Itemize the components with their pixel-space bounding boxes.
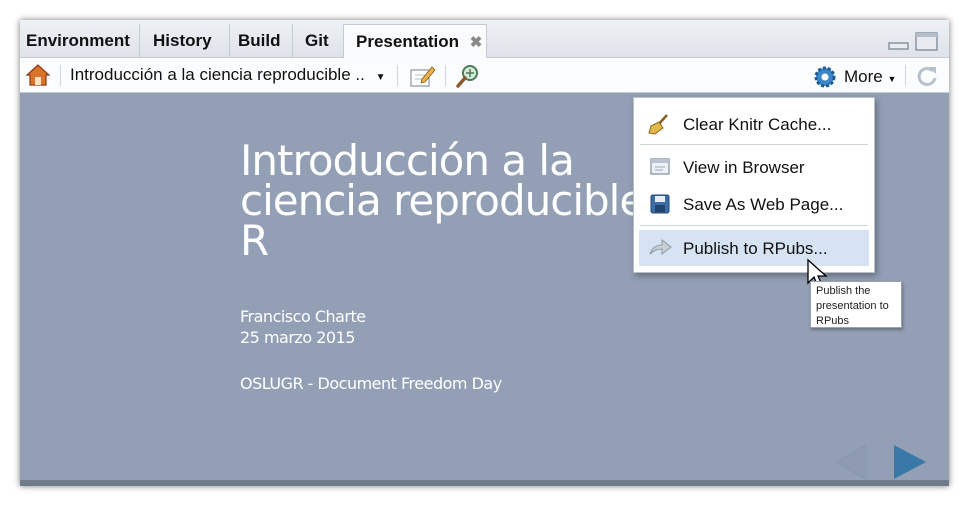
tab-build[interactable]: Build	[230, 24, 293, 57]
minimize-pane-icon[interactable]	[888, 32, 910, 52]
menu-item-label: Save As Web Page...	[683, 195, 844, 214]
more-menu-button[interactable]: More ▼	[844, 67, 896, 87]
menu-item-save-as-web-page[interactable]: Save As Web Page...	[639, 186, 869, 222]
maximize-pane-icon[interactable]	[915, 32, 939, 52]
tab-environment[interactable]: Environment	[20, 24, 140, 57]
tooltip-line: RPubs	[816, 315, 850, 327]
menu-item-label: Publish to RPubs...	[683, 239, 828, 258]
menu-item-publish-to-rpubs[interactable]: Publish to RPubs...	[639, 230, 869, 266]
more-label: More	[844, 67, 883, 86]
refresh-icon[interactable]	[914, 63, 940, 89]
slide-date: 25 marzo 2015	[240, 328, 355, 347]
save-icon	[650, 194, 670, 214]
pane-tabbar: Environment History Build Git Presentati…	[20, 20, 949, 58]
presentation-toolbar: Introducción a la ciencia reproducible .…	[20, 58, 949, 93]
tab-history[interactable]: History	[140, 24, 230, 57]
tab-label: Git	[305, 31, 329, 50]
home-icon[interactable]	[25, 63, 51, 87]
broom-icon	[648, 114, 668, 135]
tab-label: History	[153, 31, 212, 50]
tab-presentation[interactable]: Presentation ✖	[343, 24, 487, 58]
gear-icon[interactable]	[812, 64, 838, 90]
next-slide-icon[interactable]	[892, 443, 928, 480]
menu-item-label: Clear Knitr Cache...	[683, 115, 832, 134]
zoom-icon[interactable]	[455, 63, 481, 89]
caret-down-icon: ▼	[887, 74, 897, 84]
slide-title-line: Introducción a la	[240, 136, 575, 185]
browser-icon	[650, 158, 670, 175]
publish-icon	[649, 238, 672, 256]
slide-event: OSLUGR - Document Freedom Day	[240, 374, 502, 393]
close-tab-icon[interactable]: ✖	[470, 34, 483, 51]
menu-item-clear-knitr-cache[interactable]: Clear Knitr Cache...	[639, 106, 869, 142]
presentation-title-label: Introducción a la ciencia reproducible .…	[70, 65, 365, 84]
slide-author: Francisco Charte	[240, 307, 366, 326]
menu-item-label: View in Browser	[683, 158, 805, 177]
slide-title-line: R	[240, 216, 269, 265]
tooltip-line: Publish the	[816, 285, 871, 297]
tab-label: Presentation	[356, 32, 459, 51]
more-dropdown-menu: Clear Knitr Cache... View in Browser Sav…	[633, 97, 875, 273]
chevron-down-icon: ▼	[375, 72, 386, 83]
edit-source-icon[interactable]	[408, 64, 436, 88]
menu-item-view-in-browser[interactable]: View in Browser	[639, 149, 869, 185]
tab-git[interactable]: Git	[293, 24, 344, 57]
previous-slide-icon[interactable]	[834, 443, 868, 480]
slide-title-line: ciencia reproducible	[240, 176, 645, 225]
tooltip-line: presentation to	[816, 300, 889, 312]
slide-footer-bar	[20, 480, 949, 486]
publish-tooltip: Publish the presentation to RPubs	[810, 281, 902, 328]
tab-label: Build	[238, 31, 281, 50]
slide-title: Introducción a la ciencia reproducible R	[240, 136, 660, 265]
presentation-title-dropdown[interactable]: Introducción a la ciencia reproducible .…	[70, 65, 385, 85]
tab-label: Environment	[26, 31, 130, 50]
